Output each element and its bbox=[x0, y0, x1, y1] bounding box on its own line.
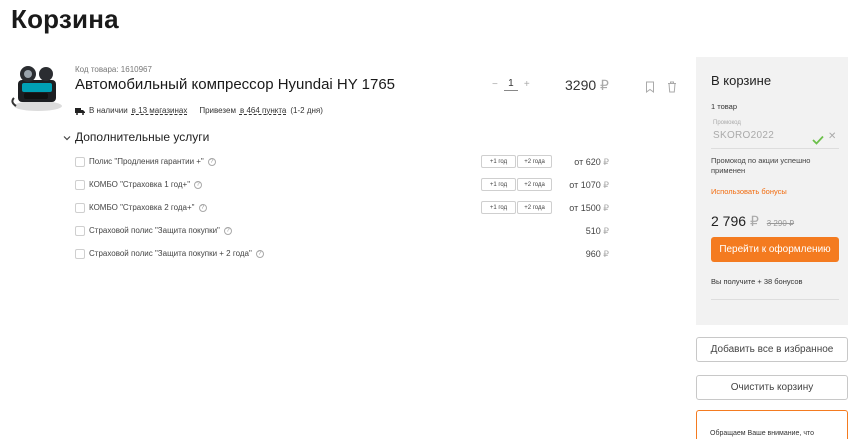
help-icon[interactable]: ? bbox=[223, 226, 232, 235]
trash-icon[interactable] bbox=[667, 80, 677, 93]
option-2-years[interactable]: +2 года bbox=[517, 201, 552, 214]
option-2-years[interactable]: +2 года bbox=[517, 178, 552, 191]
service-price-value: от 1070 bbox=[569, 180, 601, 190]
help-icon[interactable]: ? bbox=[198, 203, 207, 212]
product-sku: Код товара: 1610967 bbox=[75, 65, 152, 74]
bookmark-icon[interactable] bbox=[645, 80, 655, 93]
service-checkbox[interactable] bbox=[75, 226, 85, 236]
service-price-value: от 1500 bbox=[569, 203, 601, 213]
promo-underline bbox=[711, 148, 839, 149]
option-1-year[interactable]: +1 год bbox=[481, 178, 516, 191]
promo-success-note: Промокод по акции успешно применен bbox=[711, 156, 811, 175]
service-price-currency: ₽ bbox=[603, 157, 609, 167]
delivery-prefix: Привезем bbox=[199, 106, 236, 115]
service-row: Полис "Продления гарантии +"? +1 год +2 … bbox=[75, 155, 615, 170]
service-label-text: КОМБО "Страховка 2 года+" bbox=[89, 203, 195, 212]
chevron-down-icon bbox=[63, 130, 71, 144]
option-1-year[interactable]: +1 год bbox=[481, 155, 516, 168]
service-row: КОМБО "Страховка 2 года+"? +1 год +2 год… bbox=[75, 201, 615, 216]
item-count: 1 товар bbox=[711, 102, 738, 111]
truck-icon bbox=[75, 107, 85, 115]
qty-decrease-button[interactable]: − bbox=[492, 79, 498, 90]
service-label-text: Страховой полис "Защита покупки" bbox=[89, 226, 220, 235]
service-checkbox[interactable] bbox=[75, 203, 85, 213]
add-all-to-favorites-button[interactable]: Добавить все в избранное bbox=[696, 337, 848, 362]
service-price-value: 960 bbox=[585, 249, 601, 259]
service-label: Полис "Продления гарантии +"? bbox=[89, 157, 216, 166]
qty-value[interactable]: 1 bbox=[503, 78, 518, 91]
service-label: Страховой полис "Защита покупки"? bbox=[89, 226, 232, 235]
service-price-value: 510 bbox=[585, 226, 601, 236]
option-1-year[interactable]: +1 год bbox=[481, 201, 516, 214]
service-label: Страховой полис "Защита покупки + 2 года… bbox=[89, 249, 264, 258]
service-price-value: от 620 bbox=[574, 157, 601, 167]
price-currency: ₽ bbox=[600, 77, 609, 93]
old-total: 3 290 ₽ bbox=[766, 219, 795, 228]
service-price: 960 ₽ bbox=[586, 249, 609, 260]
service-price-currency: ₽ bbox=[603, 249, 609, 259]
price-value: 3290 bbox=[565, 77, 597, 93]
cart-total: 2 796 ₽ 3 290 ₽ bbox=[711, 213, 794, 230]
service-checkbox[interactable] bbox=[75, 180, 85, 190]
service-price: от 1070 ₽ bbox=[569, 180, 609, 191]
service-price: от 620 ₽ bbox=[574, 157, 609, 168]
page-title: Корзина bbox=[11, 4, 119, 34]
help-icon[interactable]: ? bbox=[255, 249, 264, 258]
quantity-stepper[interactable]: − 1 + bbox=[492, 78, 530, 91]
product-price: 3290 ₽ bbox=[565, 77, 609, 94]
bonus-info: Вы получите + 38 бонусов bbox=[711, 277, 803, 286]
clear-cart-button[interactable]: Очистить корзину bbox=[696, 375, 848, 400]
service-checkbox[interactable] bbox=[75, 249, 85, 259]
qty-increase-button[interactable]: + bbox=[524, 79, 530, 90]
notice-text: Обращаем Ваше внимание, что bbox=[710, 430, 814, 437]
service-price-currency: ₽ bbox=[603, 180, 609, 190]
service-label-text: Полис "Продления гарантии +" bbox=[89, 157, 204, 166]
help-icon[interactable]: ? bbox=[194, 180, 203, 189]
service-label: КОМБО "Страховка 2 года+"? bbox=[89, 203, 207, 212]
total-value: 2 796 bbox=[711, 213, 747, 229]
summary-divider bbox=[711, 299, 839, 300]
service-label-text: Страховой полис "Защита покупки + 2 года… bbox=[89, 249, 252, 258]
service-row: КОМБО "Страховка 1 год+"? +1 год +2 года… bbox=[75, 178, 615, 193]
compressor-product-image[interactable] bbox=[8, 62, 66, 114]
promo-code-input[interactable] bbox=[713, 130, 813, 141]
service-price-currency: ₽ bbox=[603, 226, 609, 236]
service-checkbox[interactable] bbox=[75, 157, 85, 167]
checkout-button[interactable]: Перейти к оформлению bbox=[711, 237, 839, 262]
summary-title: В корзине bbox=[711, 73, 772, 88]
delivery-time: (1-2 дня) bbox=[290, 106, 323, 115]
option-2-years[interactable]: +2 года bbox=[517, 155, 552, 168]
service-price: 510 ₽ bbox=[586, 226, 609, 237]
availability-info: В наличии в 13 магазинах Привезем в 464 … bbox=[75, 106, 323, 115]
availability-prefix: В наличии bbox=[89, 106, 128, 115]
total-currency: ₽ bbox=[749, 213, 759, 229]
service-row: Страховой полис "Защита покупки + 2 года… bbox=[75, 248, 615, 262]
service-price-currency: ₽ bbox=[603, 203, 609, 213]
notice-box: Обращаем Ваше внимание, что bbox=[696, 410, 848, 439]
service-price: от 1500 ₽ bbox=[569, 203, 609, 214]
check-icon bbox=[812, 132, 824, 145]
cart-summary-panel: В корзине 1 товар Промокод ✕ Промокод по… bbox=[696, 57, 848, 325]
pickup-points-link[interactable]: в 464 пункта bbox=[240, 106, 286, 115]
help-icon[interactable]: ? bbox=[207, 157, 216, 166]
additional-services-toggle[interactable]: Дополнительные услуги bbox=[63, 130, 209, 144]
additional-services-label: Дополнительные услуги bbox=[75, 130, 210, 144]
promo-label: Промокод bbox=[713, 120, 741, 126]
close-icon[interactable]: ✕ bbox=[828, 131, 836, 142]
use-bonus-link[interactable]: Использовать бонусы bbox=[711, 187, 787, 196]
product-title[interactable]: Автомобильный компрессор Hyundai HY 1765 bbox=[75, 76, 395, 93]
service-label-text: КОМБО "Страховка 1 год+" bbox=[89, 180, 191, 189]
stores-link[interactable]: в 13 магазинах bbox=[132, 106, 188, 115]
service-label: КОМБО "Страховка 1 год+"? bbox=[89, 180, 203, 189]
service-row: Страховой полис "Защита покупки"? 510 ₽ bbox=[75, 225, 615, 239]
